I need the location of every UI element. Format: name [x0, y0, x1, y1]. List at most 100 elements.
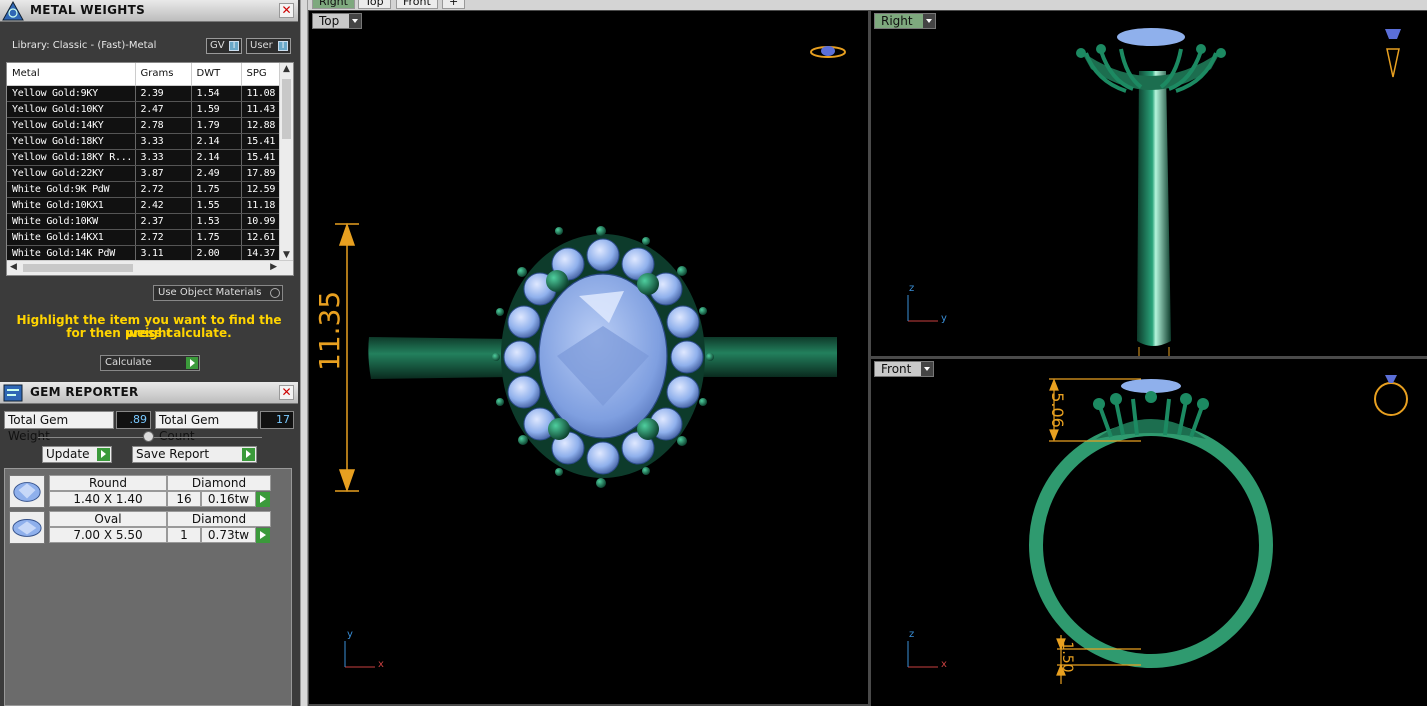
tab-front[interactable]: Front	[396, 0, 438, 9]
use-object-materials-checkbox[interactable]: Use Object Materials	[153, 285, 283, 301]
checkbox-icon[interactable]	[270, 288, 280, 298]
metal-table-cell: 2.39	[135, 85, 192, 102]
metal-table-row[interactable]: Yellow Gold:9KY 2.39 1.54 11.08	[7, 85, 280, 102]
left-panel: METAL WEIGHTS ✕ Library: Classic - (Fast…	[0, 0, 300, 706]
column-header[interactable]: SPG	[241, 63, 280, 86]
metal-table-row[interactable]: Yellow Gold:18KY R... 3.33 2.14 15.41	[7, 149, 280, 166]
metal-table-cell: Yellow Gold:18KY	[7, 133, 136, 150]
chevron-down-icon[interactable]	[921, 362, 934, 376]
total-gem-weight-value: .89	[116, 411, 151, 429]
column-header[interactable]: DWT	[191, 63, 242, 86]
viewport-front[interactable]: Front 5.06 1.50 z x	[871, 359, 1427, 706]
metal-weights-close-icon[interactable]: ✕	[279, 3, 294, 18]
gem-weight: 0.73tw	[201, 527, 256, 543]
metal-table-cell: 11.43	[241, 101, 280, 118]
metal-table-row[interactable]: White Gold:10KW 2.37 1.53 10.99	[7, 213, 280, 230]
metal-table-row[interactable]: White Gold:10KX1 2.42 1.55 11.18	[7, 197, 280, 214]
metal-table-cell: Yellow Gold:9KY	[7, 85, 136, 102]
use-object-materials-label: Use Object Materials	[158, 287, 262, 298]
scroll-thumb[interactable]	[23, 264, 133, 272]
axis-label: y	[941, 313, 947, 324]
gv-toggle[interactable]: GV I	[206, 38, 242, 54]
metal-weights-logo-icon	[2, 1, 24, 21]
metal-table-cell: 14.37	[241, 245, 280, 262]
gem-go-icon[interactable]	[256, 528, 270, 543]
metal-table-row[interactable]: White Gold:14K PdW 3.11 2.00 14.37	[7, 245, 280, 262]
chevron-down-icon[interactable]	[922, 14, 935, 28]
viewport-top-label-text: Top	[319, 14, 340, 28]
metal-table-cell: 12.61	[241, 229, 280, 246]
gem-size: 7.00 X 5.50	[49, 527, 167, 543]
metal-table-row[interactable]: Yellow Gold:18KY 3.33 2.14 15.41	[7, 133, 280, 150]
scroll-thumb[interactable]	[282, 79, 291, 139]
hint-line-2: for then press calculate.	[66, 326, 232, 340]
metal-table-row[interactable]: White Gold:9K PdW 2.72 1.75 12.59	[7, 181, 280, 198]
gem-shape: Oval	[49, 511, 167, 527]
metal-table-row[interactable]: Yellow Gold:14KY 2.78 1.79 12.88	[7, 117, 280, 134]
save-report-button[interactable]: Save Report	[132, 446, 257, 463]
play-icon	[186, 357, 198, 369]
tab-add[interactable]: +	[442, 0, 466, 9]
gem-go-icon[interactable]	[256, 492, 270, 507]
gem-reporter-close-icon[interactable]: ✕	[279, 385, 294, 400]
scroll-left-icon[interactable]: ◀	[10, 262, 17, 272]
gv-toggle-label: GV	[210, 40, 225, 51]
gem-count: 1	[167, 527, 201, 543]
app-window: METAL WEIGHTS ✕ Library: Classic - (Fast…	[0, 0, 1427, 706]
viewport-front-label-text: Front	[881, 362, 912, 376]
oval-gem-icon	[9, 511, 45, 544]
calculate-button[interactable]: Calculate	[100, 355, 200, 371]
metal-table-cell: 11.18	[241, 197, 280, 214]
metal-table-cell: 15.41	[241, 149, 280, 166]
metal-table-cell: 2.14	[191, 149, 242, 166]
scroll-up-icon[interactable]: ▲	[283, 64, 290, 74]
report-slider-handle[interactable]	[143, 431, 154, 442]
metal-table-cell: 2.72	[135, 181, 192, 198]
metal-table-cell: 17.89	[241, 165, 280, 182]
scroll-right-icon[interactable]: ▶	[270, 262, 277, 272]
metal-table-cell: White Gold:10KX1	[7, 197, 136, 214]
viewport-right-label-text: Right	[881, 14, 913, 28]
viewport-right[interactable]: Right z y	[871, 11, 1427, 356]
gem-count: 16	[167, 491, 201, 507]
metal-table-vertical-scrollbar[interactable]: ▲ ▼	[279, 63, 293, 261]
metal-table-cell: Yellow Gold:14KY	[7, 117, 136, 134]
axis-label: z	[909, 283, 915, 294]
library-label: Library: Classic - (Fast)-Metal	[12, 40, 157, 51]
scroll-down-icon[interactable]: ▼	[283, 250, 290, 260]
metal-table-cell: 10.99	[241, 213, 280, 230]
metal-table-row[interactable]: Yellow Gold:10KY 2.47 1.59 11.43	[7, 101, 280, 118]
metal-table-cell: Yellow Gold:18KY R...	[7, 149, 136, 166]
metal-table-cell: White Gold:9K PdW	[7, 181, 136, 198]
metal-table-cell: 2.78	[135, 117, 192, 134]
gem-reporter-logo-icon	[3, 384, 23, 402]
metal-table-cell: 1.75	[191, 229, 242, 246]
metal-table-cell: 1.55	[191, 197, 242, 214]
viewport-right-label[interactable]: Right	[874, 13, 936, 29]
metal-table-cell: 12.59	[241, 181, 280, 198]
total-gem-count-value: 17	[260, 411, 294, 429]
viewport-top[interactable]: Top 11.35 y x	[309, 11, 868, 704]
total-gem-count-label: Total Gem Count	[155, 411, 258, 443]
axis-label: x	[941, 659, 947, 670]
gem-row-oval[interactable]: Oval Diamond 7.00 X 5.50 1 0.73tw	[9, 511, 271, 545]
gv-toggle-mark: I	[229, 41, 239, 51]
metal-table-row[interactable]: White Gold:14KX1 2.72 1.75 12.61	[7, 229, 280, 246]
user-toggle[interactable]: User I	[246, 38, 291, 54]
column-header[interactable]: Grams	[135, 63, 192, 86]
metal-table-cell: 1.54	[191, 85, 242, 102]
tab-top[interactable]: Top	[358, 0, 391, 9]
gem-row-round[interactable]: Round Diamond 1.40 X 1.40 16 0.16tw	[9, 475, 271, 509]
viewport-front-label[interactable]: Front	[874, 361, 935, 377]
update-button[interactable]: Update	[42, 446, 112, 463]
metal-table-cell: White Gold:10KW	[7, 213, 136, 230]
viewport-top-label[interactable]: Top	[312, 13, 363, 29]
column-header[interactable]: Metal	[7, 63, 136, 86]
metal-table-row[interactable]: Yellow Gold:22KY 3.87 2.49 17.89	[7, 165, 280, 182]
metal-table-cell: 1.75	[191, 181, 242, 198]
chevron-down-icon[interactable]	[349, 14, 362, 28]
tab-right[interactable]: Right	[312, 0, 355, 9]
metal-table-horizontal-scrollbar[interactable]: ◀ ▶	[7, 260, 293, 275]
front-view-ring-model	[907, 375, 1408, 684]
metal-table-cell: 2.47	[135, 101, 192, 118]
